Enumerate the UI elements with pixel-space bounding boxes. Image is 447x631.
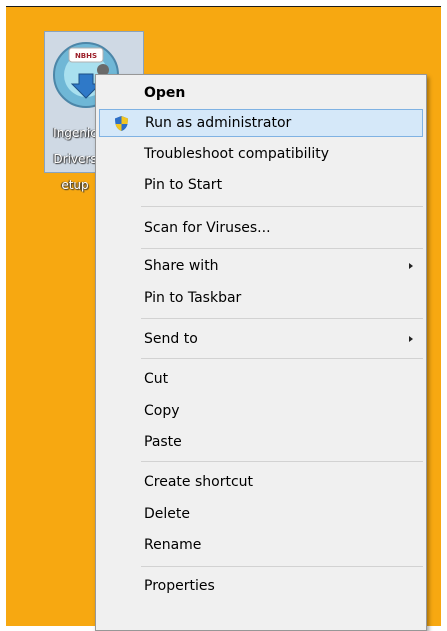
menu-item-run-as-administrator[interactable]: Run as administrator	[99, 109, 423, 137]
menu-item-pin-to-taskbar[interactable]: Pin to Taskbar	[99, 284, 423, 312]
desktop-background: NBHS Ingenic Drivers etup Open Run as ad…	[6, 6, 441, 631]
menu-item-copy[interactable]: Copy	[99, 397, 423, 425]
menu-separator	[141, 566, 423, 567]
menu-item-troubleshoot-compatibility[interactable]: Troubleshoot compatibility	[99, 140, 423, 168]
menu-item-cut[interactable]: Cut	[99, 365, 423, 393]
uac-shield-icon	[115, 116, 128, 131]
menu-item-scan-for-viruses[interactable]: Scan for Viruses...	[99, 214, 423, 242]
menu-item-create-shortcut[interactable]: Create shortcut	[99, 468, 423, 496]
menu-item-paste[interactable]: Paste	[99, 428, 423, 456]
context-menu: Open Run as administrator Troubleshoot c…	[95, 74, 427, 631]
menu-item-open[interactable]: Open	[99, 79, 423, 107]
menu-separator	[141, 358, 423, 359]
icon-badge-text: NBHS	[75, 52, 97, 60]
menu-separator	[141, 318, 423, 319]
menu-separator	[141, 206, 423, 207]
menu-separator	[141, 248, 423, 249]
menu-item-pin-to-start[interactable]: Pin to Start	[99, 171, 423, 199]
menu-item-share-with[interactable]: Share with	[99, 252, 423, 280]
menu-item-rename[interactable]: Rename	[99, 531, 423, 559]
menu-item-delete[interactable]: Delete	[99, 500, 423, 528]
menu-item-send-to[interactable]: Send to	[99, 325, 423, 353]
menu-separator	[141, 461, 423, 462]
submenu-arrow-icon	[409, 263, 413, 269]
menu-item-properties[interactable]: Properties	[99, 572, 423, 600]
submenu-arrow-icon	[409, 336, 413, 342]
